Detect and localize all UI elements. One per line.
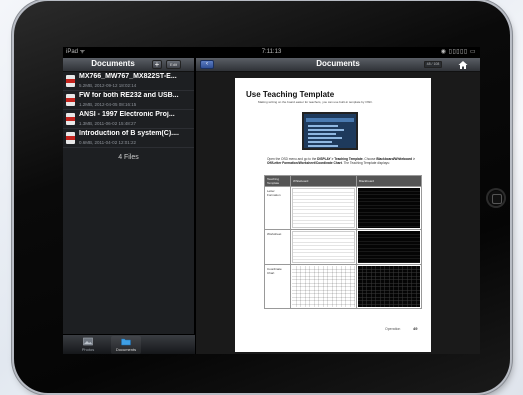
file-name: ANSI - 1997 Electronic Proj... [79,111,175,118]
home-button[interactable] [486,188,506,208]
file-list-item[interactable]: MX766_MW767_MX822ST-E... 5.2MB, 2012-09-… [63,72,194,91]
ipad-screen: iPad ᯤ 7:11:13 ◉ ▯▯▯▯▯ ▭ Documents + Edi… [63,47,480,354]
viewer-header: ‹ Documents 48 / 108 [196,58,480,72]
files-count: 4 Files [118,154,139,161]
file-list-item[interactable]: Introduction of B system(C).... 0.6MB, 2… [63,129,194,148]
file-list-item[interactable]: FW for both RE232 and USB... 1.2MB, 2012… [63,91,194,110]
file-meta: 0.6MB, 2011-04-02 12:01:22 [79,140,136,145]
file-list-item[interactable]: ANSI - 1997 Electronic Proj... 1.3MB, 20… [63,110,194,129]
file-list-title: Documents [91,59,135,68]
file-meta: 1.2MB, 2012-04-05 08:16:15 [79,102,137,107]
instruction-text: . The Teaching Template displays: [341,161,390,166]
file-name: Introduction of B system(C).... [79,130,179,137]
bottom-tab-bar: Photos Documents [63,334,195,354]
table-header: Blackboard [356,175,422,187]
table-header: Teaching Template [264,175,291,187]
file-meta: 1.3MB, 2011-06-02 15:48:27 [79,121,136,126]
blackboard-cell [356,229,422,265]
row-label: Letter Formation [264,186,291,230]
status-bar: iPad ᯤ 7:11:13 ◉ ▯▯▯▯▯ ▭ [63,47,480,58]
document-page[interactable]: Use Teaching Template Making writing on … [235,78,431,352]
whiteboard-cell [289,229,358,265]
edit-button[interactable]: Edit [166,60,181,69]
pdf-icon [66,75,75,87]
documents-icon [121,338,131,346]
whiteboard-cell [289,186,358,230]
pdf-icon [66,132,75,144]
table-row: Letter Formation [264,186,422,230]
document-footer: Operation [385,327,401,331]
document-instruction: Open the OSD menu and go to the DISPLAY … [267,157,417,165]
page-indicator[interactable]: 48 / 108 [424,61,442,68]
file-list-header: Documents + Edit [63,58,194,72]
tab-photos-label: Photos [81,347,95,352]
pdf-icon [66,113,75,125]
file-name: FW for both RE232 and USB... [79,92,179,99]
file-name: MX766_MW767_MX822ST-E... [79,73,177,80]
file-meta: 5.2MB, 2012-09-12 18:02:14 [79,83,137,88]
blackboard-cell [356,264,422,309]
photos-icon [83,337,93,346]
tab-documents-label: Documents [115,347,137,352]
template-table: Teaching Template Whiteboard Blackboard … [264,175,422,309]
whiteboard-cell [289,264,358,309]
pdf-icon [66,94,75,106]
row-label: Coordinate Chart [264,264,291,309]
clock-time: 7:11:13 [261,49,282,55]
battery-icon: ◉ ▯▯▯▯▯ ▭ [440,49,476,55]
row-label: Worksheet [264,229,291,265]
document-heading: Use Teaching Template [246,90,335,99]
table-header: Whiteboard [289,175,358,187]
document-page-number: 49 [413,326,418,331]
blackboard-cell [356,186,422,230]
document-viewer-pane: ‹ Documents 48 / 108 Use Teaching Templa… [196,58,480,354]
add-button[interactable]: + [152,60,162,69]
tab-photos[interactable]: Photos [73,336,103,354]
table-row: Worksheet [264,229,422,265]
document-intro: Making writing on the board easier for t… [258,100,373,104]
osd-menu-screenshot [302,112,358,150]
table-row: Coordinate Chart [264,264,422,309]
home-icon[interactable] [458,60,468,70]
file-list-pane: Documents + Edit MX766_MW767_MX822ST-E..… [63,58,195,354]
tab-documents[interactable]: Documents [111,336,141,354]
